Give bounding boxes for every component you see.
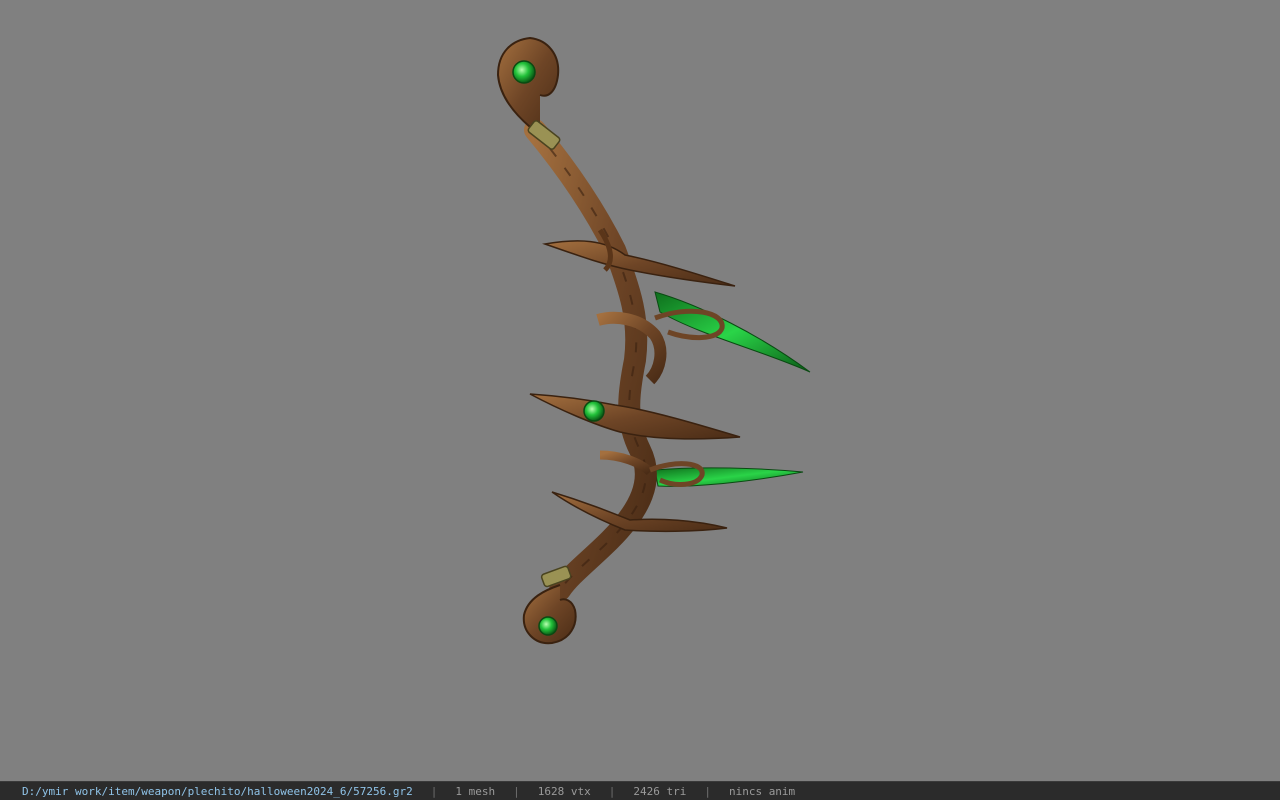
top-gem [512, 60, 536, 84]
3d-viewport[interactable] [0, 0, 1280, 780]
separator: | [513, 784, 520, 798]
separator: | [430, 784, 438, 798]
bottom-gem [538, 616, 558, 636]
bow-model-icon[interactable] [0, 0, 1280, 780]
separator: | [608, 784, 616, 798]
separator: | [704, 784, 711, 798]
vertex-count: 1628 vtx [537, 784, 591, 798]
mesh-count: 1 mesh [455, 784, 496, 798]
status-bar: D:/ymir work/item/weapon/plechito/hallow… [0, 781, 1280, 800]
file-path: D:/ymir work/item/weapon/plechito/hallow… [22, 784, 413, 798]
center-gem [583, 400, 605, 422]
animation-status: nincs anim [728, 784, 796, 798]
thorn-upper [542, 240, 736, 287]
triangle-count: 2426 tri [633, 784, 687, 798]
top-curl [496, 36, 560, 136]
blade-upper [654, 291, 811, 373]
